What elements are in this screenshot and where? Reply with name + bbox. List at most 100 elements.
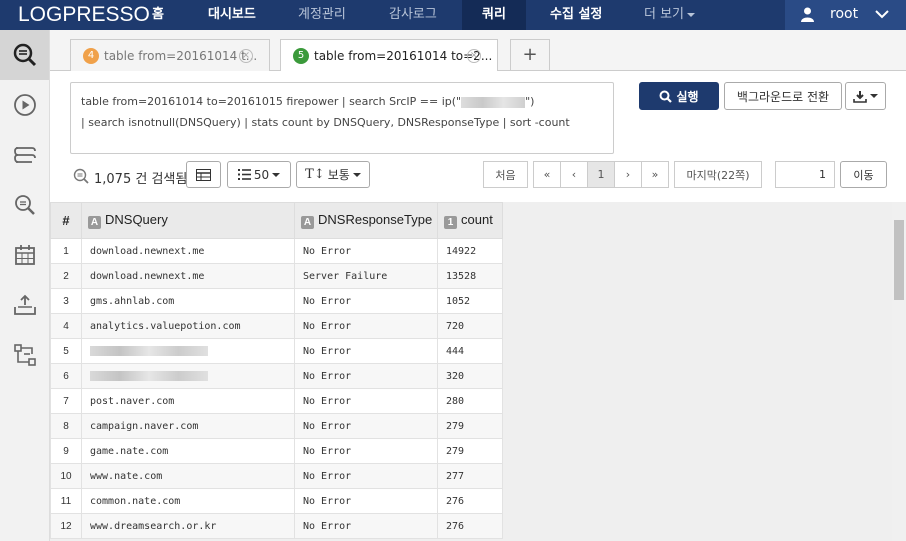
play-icon	[13, 94, 36, 116]
cell-dnsquery	[81, 338, 295, 364]
query-editor[interactable]: table from=20161014 to=20161015 firepowe…	[70, 82, 614, 154]
cell-dnsquery: analytics.valuepotion.com	[81, 313, 295, 339]
prev-page-button[interactable]: ‹	[560, 161, 588, 188]
nav-account[interactable]: 계정관리	[298, 0, 346, 30]
query-tabs: 4 table from=20161014 t... × 5 table fro…	[50, 30, 906, 72]
tab-query-5[interactable]: 5 table from=20161014 to=2... ×	[280, 39, 498, 72]
column-header-index[interactable]: #	[50, 202, 82, 239]
table-row[interactable]: 4 analytics.valuepotion.com No Error 720	[50, 313, 503, 339]
row-index: 2	[50, 263, 82, 289]
sidebar-streams[interactable]	[0, 130, 49, 180]
run-button[interactable]: 실행	[639, 82, 719, 110]
background-label: 백그라운드로 전환	[736, 89, 830, 104]
close-icon[interactable]: ×	[239, 49, 253, 63]
close-icon[interactable]: ×	[467, 49, 481, 63]
nav-query[interactable]: 쿼리	[462, 0, 526, 30]
goto-page-input[interactable]: 1	[775, 161, 835, 188]
query-line-1: table from=20161014 to=20161015 firepowe…	[81, 91, 603, 112]
table-row[interactable]: 11 common.nate.com No Error 276	[50, 488, 503, 514]
table-row[interactable]: 9 game.nate.com No Error 279	[50, 438, 503, 464]
cell-dnsquery: common.nate.com	[81, 488, 295, 514]
table-row[interactable]: 5 No Error 444	[50, 338, 503, 364]
sidebar-play[interactable]	[0, 80, 49, 130]
column-header-dnsresponsetype[interactable]: A DNSResponseType	[294, 202, 438, 239]
layers-icon	[13, 147, 36, 163]
cell-count: 13528	[437, 263, 503, 289]
sidebar-search[interactable]	[0, 180, 49, 230]
table-row[interactable]: 7 post.naver.com No Error 280	[50, 388, 503, 414]
table-row[interactable]: 10 www.nate.com No Error 277	[50, 463, 503, 489]
table-row[interactable]: 6 No Error 320	[50, 363, 503, 389]
chevron-down-icon	[875, 8, 889, 23]
goto-button[interactable]: 이동	[840, 161, 887, 188]
column-label: count	[461, 212, 493, 227]
cell-count: 14922	[437, 238, 503, 264]
page-size-value: 50	[253, 167, 270, 182]
add-tab-button[interactable]: +	[510, 39, 550, 70]
next-page-button[interactable]: ›	[614, 161, 642, 188]
row-index: 10	[50, 463, 82, 489]
cell-count: 279	[437, 438, 503, 464]
font-size-value: 보통	[327, 168, 350, 182]
cell-dnsresponsetype: No Error	[294, 513, 438, 539]
cell-dnsquery: gms.ahnlab.com	[81, 288, 295, 314]
table-row[interactable]: 8 campaign.naver.com No Error 279	[50, 413, 503, 439]
text-size-icon: T↕	[305, 167, 325, 182]
column-header-dnsquery[interactable]: A DNSQuery	[81, 202, 295, 239]
redacted-value	[90, 345, 208, 356]
cell-count: 276	[437, 488, 503, 514]
redacted-ip	[461, 96, 526, 108]
nav-more-label: 더 보기	[644, 7, 685, 22]
row-index: 5	[50, 338, 82, 364]
app-logo[interactable]: LOGPRESSO	[18, 3, 150, 27]
last-page-button[interactable]: 마지막(22쪽)	[674, 161, 762, 188]
vertical-scrollbar[interactable]	[892, 202, 906, 541]
table-row[interactable]: 3 gms.ahnlab.com No Error 1052	[50, 288, 503, 314]
search-detail-icon	[14, 195, 35, 215]
download-button[interactable]	[845, 82, 886, 110]
cell-dnsresponsetype: No Error	[294, 363, 438, 389]
row-index: 11	[50, 488, 82, 514]
result-table: # A DNSQuery A DNSResponseType 1 count 1 dow…	[50, 202, 503, 539]
sidebar-query[interactable]	[0, 30, 49, 80]
nav-more[interactable]: 더 보기	[644, 0, 696, 30]
page-1-button[interactable]: 1	[587, 161, 615, 188]
prev-fast-button[interactable]: «	[533, 161, 561, 188]
nav-audit-log[interactable]: 감사로그	[389, 0, 437, 30]
page-size-select[interactable]: 50	[227, 161, 291, 188]
sidebar-schedule[interactable]	[0, 230, 49, 280]
chevron-down-icon	[870, 94, 878, 98]
left-sidebar	[0, 30, 50, 541]
row-index: 6	[50, 363, 82, 389]
user-menu[interactable]: root	[785, 0, 906, 30]
sidebar-upload[interactable]	[0, 280, 49, 330]
table-row[interactable]: 2 download.newnext.me Server Failure 13528	[50, 263, 503, 289]
column-header-count[interactable]: 1 count	[437, 202, 503, 239]
next-fast-button[interactable]: »	[641, 161, 669, 188]
table-view-button[interactable]	[186, 161, 221, 188]
column-label: DNSQuery	[105, 212, 168, 227]
cell-dnsresponsetype: No Error	[294, 438, 438, 464]
user-icon	[801, 7, 814, 25]
table-row[interactable]: 1 download.newnext.me No Error 14922	[50, 238, 503, 264]
cell-count: 1052	[437, 288, 503, 314]
row-index: 12	[50, 513, 82, 539]
cell-dnsresponsetype: No Error	[294, 413, 438, 439]
table-row[interactable]: 12 www.dreamsearch.or.kr No Error 276	[50, 513, 503, 539]
nav-collection-settings[interactable]: 수집 설정	[550, 0, 602, 30]
cell-count: 720	[437, 313, 503, 339]
font-size-select[interactable]: T↕ 보통	[296, 161, 370, 188]
nav-home[interactable]: 홈	[152, 0, 164, 30]
row-index: 7	[50, 388, 82, 414]
row-index: 3	[50, 288, 82, 314]
tab-query-4[interactable]: 4 table from=20161014 t... ×	[70, 39, 270, 71]
row-index: 1	[50, 238, 82, 264]
background-button[interactable]: 백그라운드로 전환	[724, 82, 842, 110]
first-page-button[interactable]: 처음	[483, 161, 528, 188]
query-panel: table from=20161014 to=20161015 firepowe…	[50, 71, 906, 202]
username: root	[830, 6, 859, 22]
nav-dashboard[interactable]: 대시보드	[208, 0, 256, 30]
query-icon	[13, 43, 36, 67]
scrollbar-thumb[interactable]	[894, 220, 904, 300]
sidebar-workflow[interactable]	[0, 330, 49, 380]
